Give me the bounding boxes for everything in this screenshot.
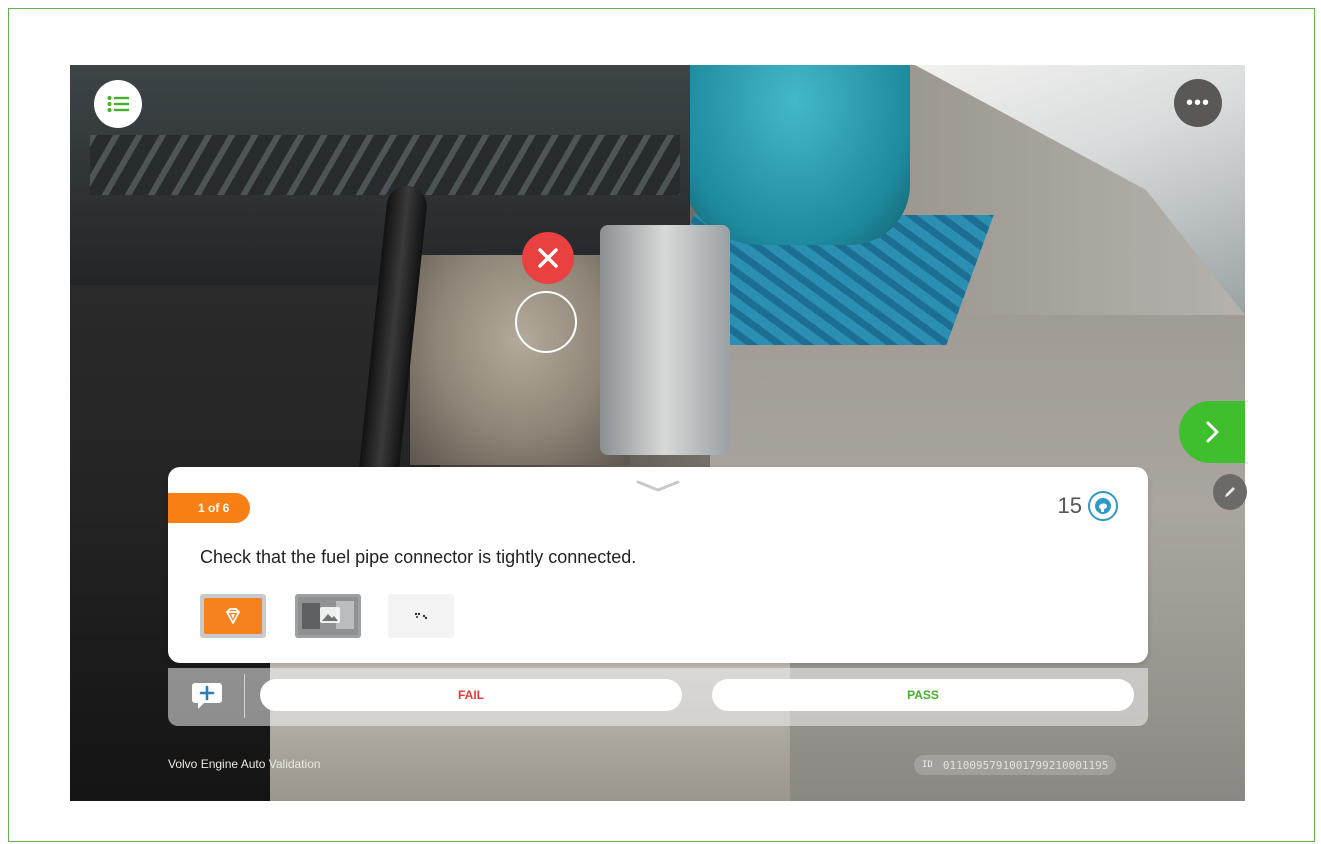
diamond-icon [226,608,240,624]
task-card: 1 of 6 15 Check that the fuel pipe conne… [168,467,1148,663]
chevron-right-icon [1206,421,1219,443]
edit-button[interactable] [1213,474,1247,510]
add-comment-icon [192,683,222,709]
failed-marker-button[interactable] [522,232,574,284]
close-icon [538,248,558,268]
target-ring [515,291,577,353]
image-thumbnail[interactable] [295,594,361,638]
next-step-button[interactable] [1179,401,1245,463]
brain-icon [1088,491,1118,521]
more-options-button[interactable]: ••• [1174,79,1222,127]
add-comment-button[interactable] [190,680,224,712]
point-cloud-icon [414,612,428,620]
task-list-button[interactable] [94,80,142,128]
step-badge: 1 of 6 [168,493,250,523]
task-question: Check that the fuel pipe connector is ti… [200,547,637,567]
inspection-id: ID 01100957910017992100011​95 [914,755,1117,775]
pass-button[interactable]: PASS [712,679,1134,711]
point-cloud-thumbnail[interactable] [388,594,454,638]
action-divider [244,674,245,718]
app-name: Volvo Engine Auto Validation [168,757,321,771]
ar-marker-thumbnail[interactable] [200,594,266,638]
id-value: 01100957910017992100011​95 [942,758,1109,772]
more-horizontal-icon: ••• [1185,91,1210,114]
list-icon [107,96,129,112]
fail-button[interactable]: FAIL [260,679,682,711]
score-indicator[interactable]: 15 [1058,491,1118,521]
action-bar: FAIL PASS [168,668,1148,726]
pencil-icon [1225,487,1235,497]
chevron-down-icon[interactable] [634,479,682,493]
image-icon [298,597,358,635]
id-label: ID [922,760,933,770]
score-value: 15 [1057,493,1082,518]
